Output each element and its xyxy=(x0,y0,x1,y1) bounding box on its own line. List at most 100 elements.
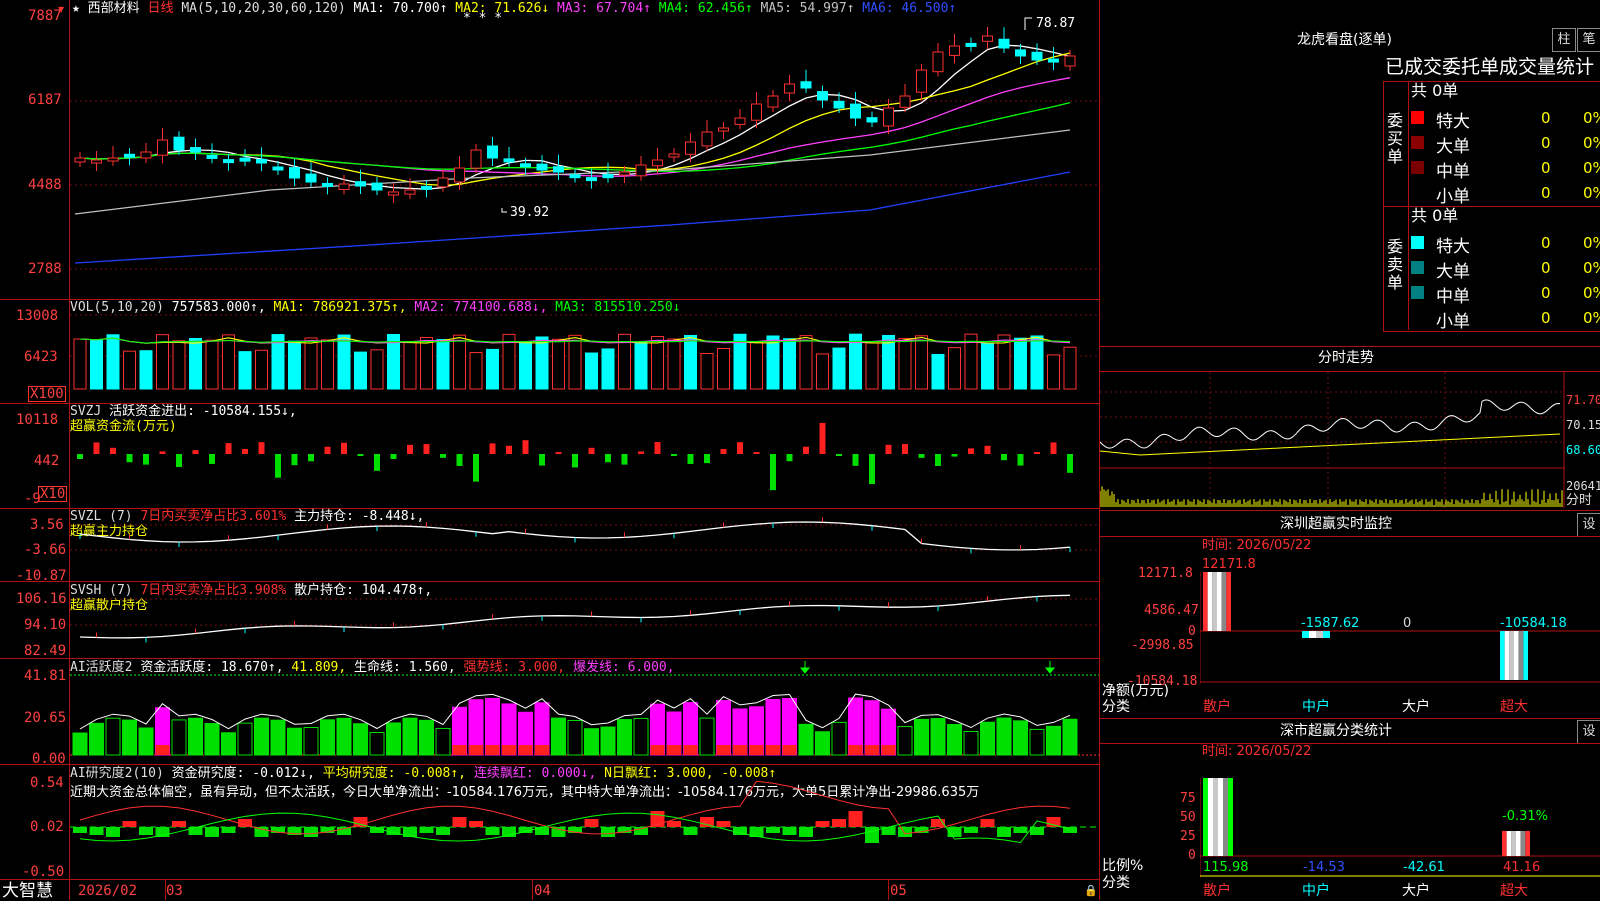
volume-bar xyxy=(651,335,664,390)
monitor-settings-button[interactable]: 设 xyxy=(1577,513,1600,537)
research-bar xyxy=(122,821,137,827)
fund-flow-bar xyxy=(374,454,380,471)
activity-bar xyxy=(89,722,104,756)
volume-bar xyxy=(634,341,648,390)
ai2-y-label: 0.54 xyxy=(30,775,64,791)
svsh-y-label: 82.49 xyxy=(24,643,67,659)
buy-color-swatch xyxy=(1411,186,1424,199)
activity-base xyxy=(733,745,747,755)
fund-flow-bar xyxy=(968,448,974,454)
research-bar xyxy=(865,827,879,843)
stats-ylabel: 比例% xyxy=(1102,858,1144,874)
research-bar xyxy=(964,827,978,833)
candlestick-chart[interactable]: 78.87 39.92 xyxy=(70,0,1099,299)
research-bar xyxy=(485,827,500,835)
sell-count: 0 xyxy=(1541,309,1551,327)
date-label: 03 xyxy=(166,883,183,899)
activity-bar xyxy=(947,724,962,756)
ai1-chart[interactable] xyxy=(70,659,1099,764)
activity-bar xyxy=(270,719,286,756)
fenshi-title: 分时走势 xyxy=(1318,350,1374,366)
monitor-time: 时间: 2026/05/22 xyxy=(1202,538,1312,553)
research-bar xyxy=(815,821,830,827)
monitor-cat: 中户 xyxy=(1302,699,1330,715)
ai1-y-label: 0.00 xyxy=(32,751,66,767)
svzl-y-label: 3.56 xyxy=(30,517,64,533)
activity-bar xyxy=(1029,728,1045,756)
stats-top-label: -0.31% xyxy=(1502,809,1548,824)
candle-body xyxy=(1064,55,1076,67)
lock-icon[interactable]: 🔒 xyxy=(1084,884,1098,897)
tick-view-button[interactable]: 笔 xyxy=(1577,28,1600,52)
stats-bar xyxy=(1525,831,1530,856)
volume-bar xyxy=(948,347,961,390)
svzl-chart[interactable] xyxy=(70,509,1099,581)
volume-bar xyxy=(750,341,763,390)
research-bar xyxy=(436,827,450,835)
stats-bar xyxy=(1203,778,1208,856)
monitor-bar xyxy=(1226,572,1231,631)
sell-color-swatch xyxy=(1411,236,1424,249)
sell-count: 0 xyxy=(1541,259,1551,277)
intraday-chart[interactable] xyxy=(1100,372,1565,508)
svzj-chart[interactable] xyxy=(70,404,1099,508)
buy-type: 小单 xyxy=(1436,187,1470,207)
fund-flow-bar xyxy=(1017,454,1024,466)
monitor-bar xyxy=(1500,631,1505,680)
volume-bar xyxy=(172,340,186,390)
monitor-bar xyxy=(1504,631,1510,680)
sell-color-swatch xyxy=(1411,286,1424,299)
monitor-bar xyxy=(1221,572,1227,631)
buy-type: 特大 xyxy=(1436,112,1470,132)
volume-bar xyxy=(568,334,582,390)
stats-cat: 中户 xyxy=(1302,883,1330,899)
fund-flow-bar xyxy=(671,454,677,456)
stats-settings-button[interactable]: 设 xyxy=(1577,720,1600,744)
candle-body xyxy=(1015,49,1026,57)
volume-bar xyxy=(337,334,351,390)
buy-label: 委买单 xyxy=(1387,111,1404,166)
stats-bar xyxy=(1520,831,1526,856)
svsh-chart[interactable] xyxy=(70,582,1099,658)
candle-body xyxy=(998,38,1010,49)
stats-cat: 超大 xyxy=(1500,883,1528,899)
stats-cat: 散户 xyxy=(1203,883,1231,899)
activity-base xyxy=(865,745,879,755)
ai2-chart[interactable] xyxy=(70,765,1099,879)
research-bar xyxy=(601,827,615,837)
candle-body xyxy=(355,181,366,187)
volume-chart[interactable] xyxy=(70,300,1099,403)
volume-bar xyxy=(552,338,565,390)
buy-color-swatch xyxy=(1411,111,1424,124)
candle-body xyxy=(965,42,977,47)
activity-base xyxy=(155,745,170,755)
research-bar xyxy=(419,827,434,833)
ai2-y-label: 0.02 xyxy=(30,819,64,835)
candle-body xyxy=(899,95,911,108)
sell-row: 大单 0 0% xyxy=(1411,257,1600,282)
volume-bar xyxy=(1063,346,1077,390)
sell-pct: 0% xyxy=(1583,309,1600,327)
fund-flow-bar xyxy=(572,454,578,468)
fund-flow-bar xyxy=(654,442,661,454)
candle-body xyxy=(421,185,432,190)
fund-flow-bar xyxy=(275,454,281,478)
monitor-y-label: 4586.47 xyxy=(1144,603,1199,618)
bar-view-button[interactable]: 柱 xyxy=(1552,28,1576,52)
candle-body xyxy=(520,163,531,168)
main-y-label: 6187 xyxy=(28,92,62,108)
candle-body xyxy=(850,103,861,119)
candle-body xyxy=(74,157,86,163)
candle-body xyxy=(404,189,416,195)
candle-body xyxy=(767,95,779,108)
research-bar xyxy=(106,827,120,837)
activity-bar xyxy=(171,719,187,756)
candle-body xyxy=(124,153,135,158)
candle-body xyxy=(800,81,812,89)
research-bar xyxy=(205,827,219,837)
volume-bar xyxy=(486,348,499,390)
ai1-y-label: 41.81 xyxy=(24,668,67,684)
candle-body xyxy=(437,177,449,188)
activity-bar xyxy=(303,727,319,756)
monitor-cat: 散户 xyxy=(1203,699,1231,715)
